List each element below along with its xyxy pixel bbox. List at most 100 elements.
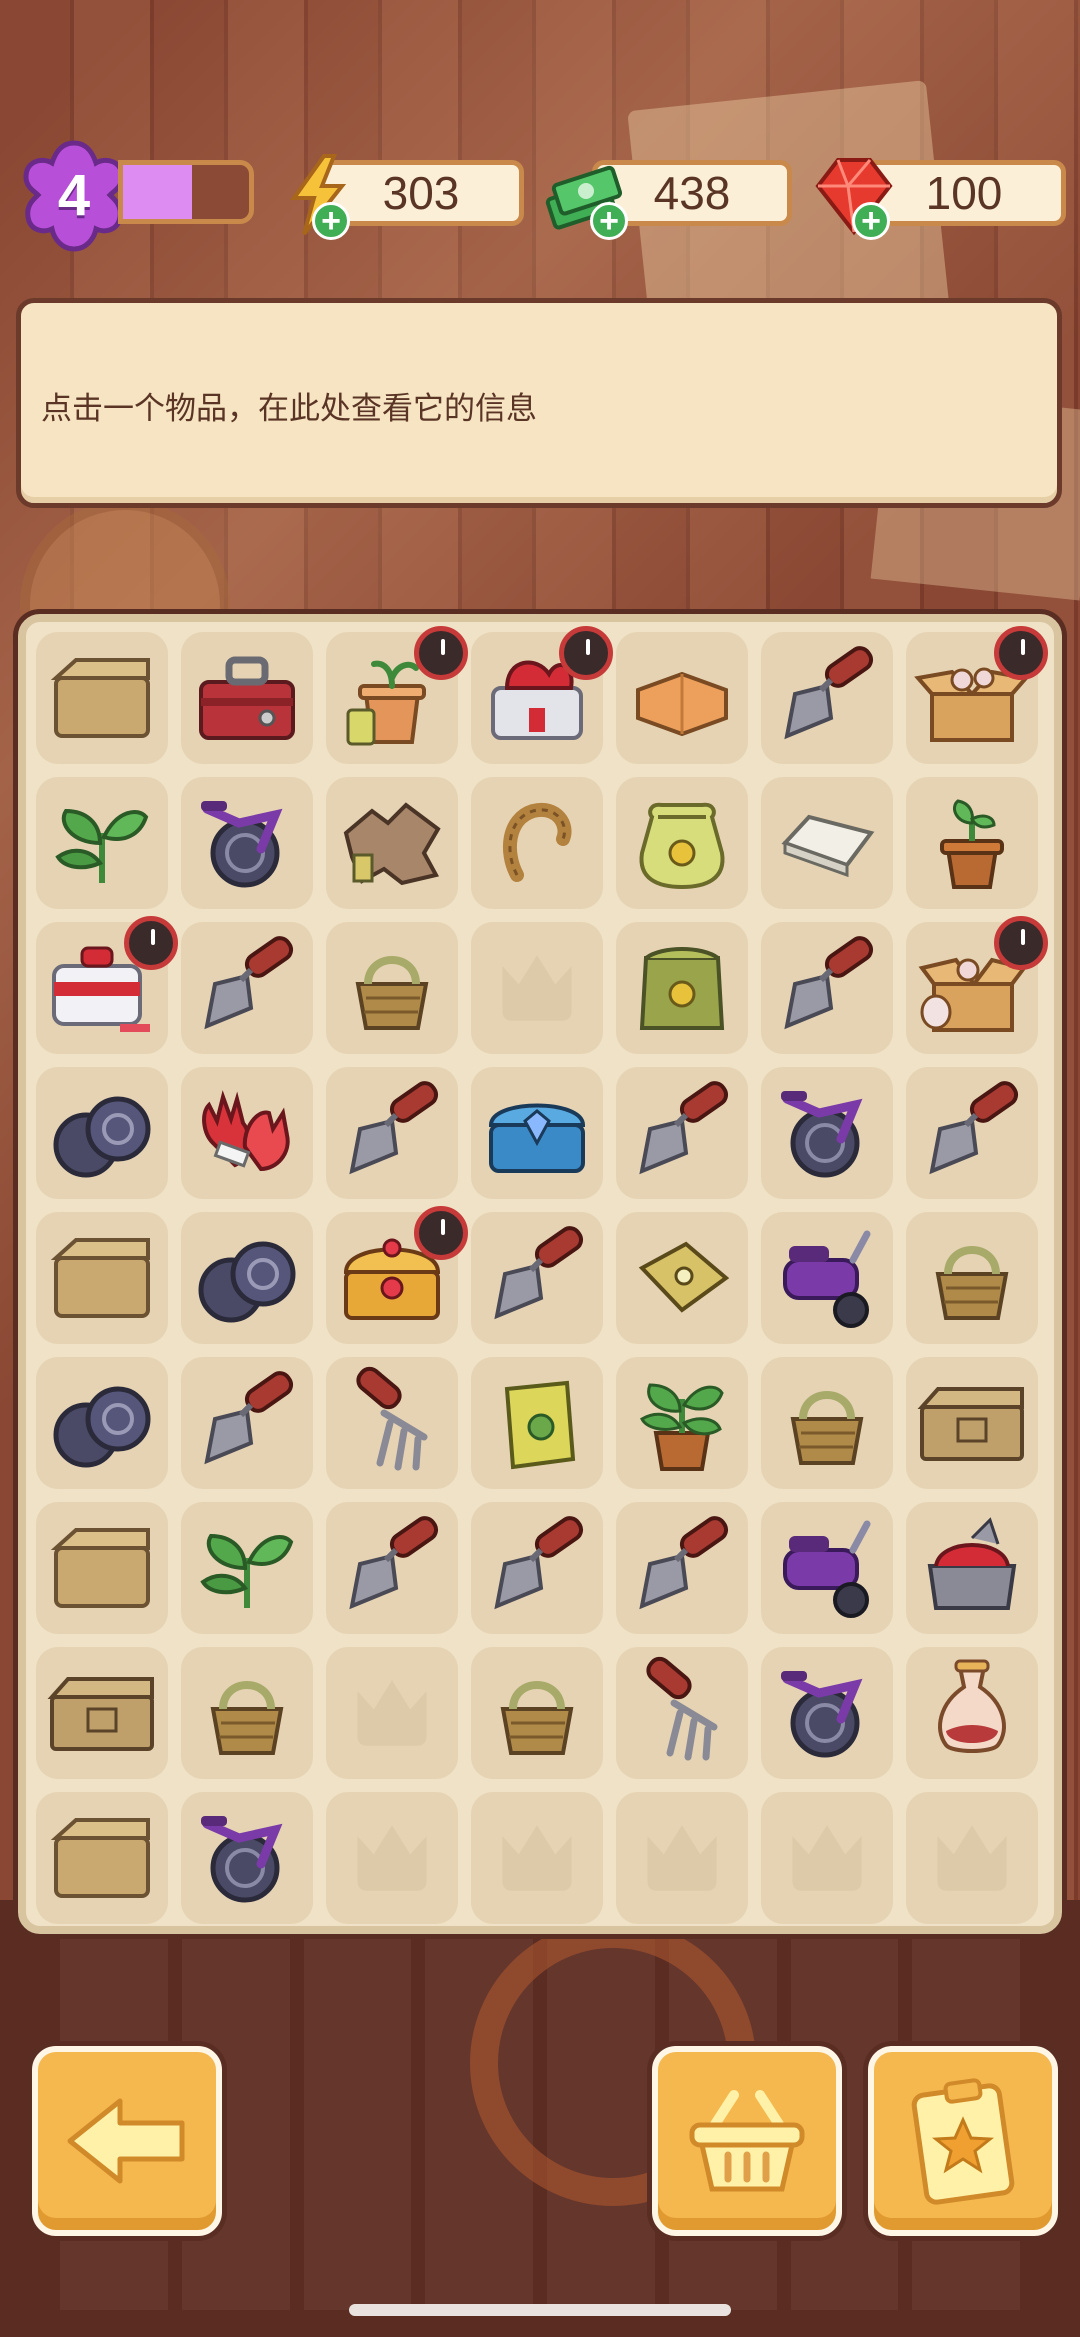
board-item-blue-chest[interactable]: [471, 1067, 603, 1199]
trowel-icon: [349, 1516, 439, 1610]
board-item-vase[interactable]: [906, 1647, 1038, 1779]
board-item-red-toolbox[interactable]: [471, 626, 613, 764]
level-number: 4: [57, 162, 91, 228]
board-item-seed-packet[interactable]: [616, 1212, 748, 1344]
board-item-leaves[interactable]: [36, 777, 168, 909]
timer-icon: [414, 1206, 468, 1260]
rope-icon: [502, 802, 572, 882]
board-item-trowel[interactable]: [761, 922, 893, 1054]
board-item-box[interactable]: [36, 1502, 168, 1634]
wicker-basket-icon: [210, 1681, 284, 1755]
board-item-treasure-chest[interactable]: [326, 1206, 468, 1344]
board-item-wicker-basket[interactable]: [761, 1357, 893, 1489]
board-item-trowel[interactable]: [906, 1067, 1038, 1199]
board-item-open-box[interactable]: [906, 626, 1048, 764]
empty-board-slot[interactable]: [326, 1647, 458, 1779]
add-gems-button[interactable]: +: [852, 202, 890, 240]
board-item-potted-plant[interactable]: [616, 1357, 748, 1489]
board-item-soap-bar[interactable]: [761, 777, 893, 909]
board-item-trowel[interactable]: [181, 922, 313, 1054]
box-icon: [50, 1528, 150, 1608]
empty-board-slot[interactable]: [326, 1792, 458, 1924]
trowel-icon: [784, 936, 874, 1030]
empty-board-slot[interactable]: [471, 922, 603, 1054]
board-item-gloves[interactable]: [181, 1067, 313, 1199]
box-icon: [50, 658, 150, 738]
board-item-scooter[interactable]: [761, 1502, 893, 1634]
empty-board-slot[interactable]: [761, 1792, 893, 1924]
board-item-rake[interactable]: [616, 1647, 748, 1779]
board-item-wheels[interactable]: [36, 1067, 168, 1199]
timer-icon: [994, 916, 1048, 970]
board-item-bicycle[interactable]: [761, 1647, 893, 1779]
board-item-box[interactable]: [36, 1792, 168, 1924]
board-item-bicycle[interactable]: [761, 1067, 893, 1199]
toolbox-icon: [199, 656, 295, 740]
board-item-trowel[interactable]: [471, 1502, 603, 1634]
board-item-box[interactable]: [36, 1212, 168, 1344]
board-item-closed-crate[interactable]: [36, 1647, 168, 1779]
empty-icon: [647, 1825, 717, 1891]
level-badge[interactable]: 4: [14, 135, 134, 255]
energy-value: 303: [382, 167, 460, 219]
timer-icon: [124, 916, 178, 970]
board-item-box[interactable]: [36, 632, 168, 764]
board-item-trowel[interactable]: [616, 1502, 748, 1634]
board-item-trowel[interactable]: [326, 1502, 458, 1634]
rake-icon: [646, 1656, 718, 1761]
board-item-potted-sprout[interactable]: [906, 777, 1038, 909]
board-item-trowel[interactable]: [181, 1357, 313, 1489]
shop-basket-button[interactable]: [652, 2046, 842, 2236]
board-item-wheels[interactable]: [181, 1212, 313, 1344]
board-item-wicker-basket[interactable]: [471, 1647, 603, 1779]
bicycle-icon: [201, 801, 283, 888]
board-item-toolbox[interactable]: [181, 632, 313, 764]
board-item-trowel[interactable]: [761, 632, 893, 764]
basket-icon: [689, 2090, 805, 2192]
closed-crate-icon: [917, 1387, 1024, 1461]
item-info-text: 点击一个物品，在此处查看它的信息: [41, 391, 537, 426]
board-item-red-bag[interactable]: [906, 1502, 1038, 1634]
board-item-rope[interactable]: [471, 777, 603, 909]
board-item-bicycle[interactable]: [181, 1792, 313, 1924]
board-item-scooter[interactable]: [761, 1212, 893, 1344]
empty-board-slot[interactable]: [616, 1792, 748, 1924]
back-button[interactable]: [32, 2046, 222, 2236]
xp-progress-bar: [118, 160, 254, 224]
red-bag-icon: [927, 1517, 1017, 1610]
board-item-leaves[interactable]: [181, 1502, 313, 1634]
empty-icon: [357, 1825, 427, 1891]
empty-board-slot[interactable]: [906, 1792, 1038, 1924]
board-item-wheels[interactable]: [36, 1357, 168, 1489]
board-item-wicker-basket[interactable]: [181, 1647, 313, 1779]
board-item-open-box-cups[interactable]: [906, 916, 1048, 1054]
tasks-clipboard-button[interactable]: [868, 2046, 1058, 2236]
rake-icon: [356, 1366, 428, 1471]
board-item-trowel[interactable]: [616, 1067, 748, 1199]
add-cash-button[interactable]: +: [590, 202, 628, 240]
add-energy-button[interactable]: +: [312, 202, 350, 240]
board-item-green-seed-bag[interactable]: [616, 922, 748, 1054]
board-item-seed-packet-green[interactable]: [471, 1357, 603, 1489]
trowel-icon: [929, 1081, 1019, 1175]
board-item-rake[interactable]: [326, 1357, 458, 1489]
seed-packet-icon: [638, 1241, 730, 1313]
board-item-trowel[interactable]: [326, 1067, 458, 1199]
board-item-bicycle[interactable]: [181, 777, 313, 909]
wheels-icon: [198, 1241, 296, 1323]
board-item-wicker-basket[interactable]: [906, 1212, 1038, 1344]
board-item-torn-paper[interactable]: [326, 777, 458, 909]
board-item-folded-cloth[interactable]: [616, 632, 748, 764]
board-item-plant-pot-sprout[interactable]: [326, 626, 468, 764]
board-item-first-aid-kit[interactable]: [36, 916, 178, 1054]
empty-board-slot[interactable]: [471, 1792, 603, 1924]
board-item-seed-bag[interactable]: [616, 777, 748, 909]
trowel-icon: [204, 1371, 294, 1465]
board-item-closed-crate[interactable]: [906, 1357, 1038, 1489]
board-item-trowel[interactable]: [471, 1212, 603, 1344]
leaves-icon: [200, 1533, 294, 1608]
empty-icon: [792, 1825, 862, 1891]
home-indicator[interactable]: [349, 2304, 731, 2316]
cash-value: 438: [653, 167, 731, 219]
board-item-wicker-basket[interactable]: [326, 922, 458, 1054]
